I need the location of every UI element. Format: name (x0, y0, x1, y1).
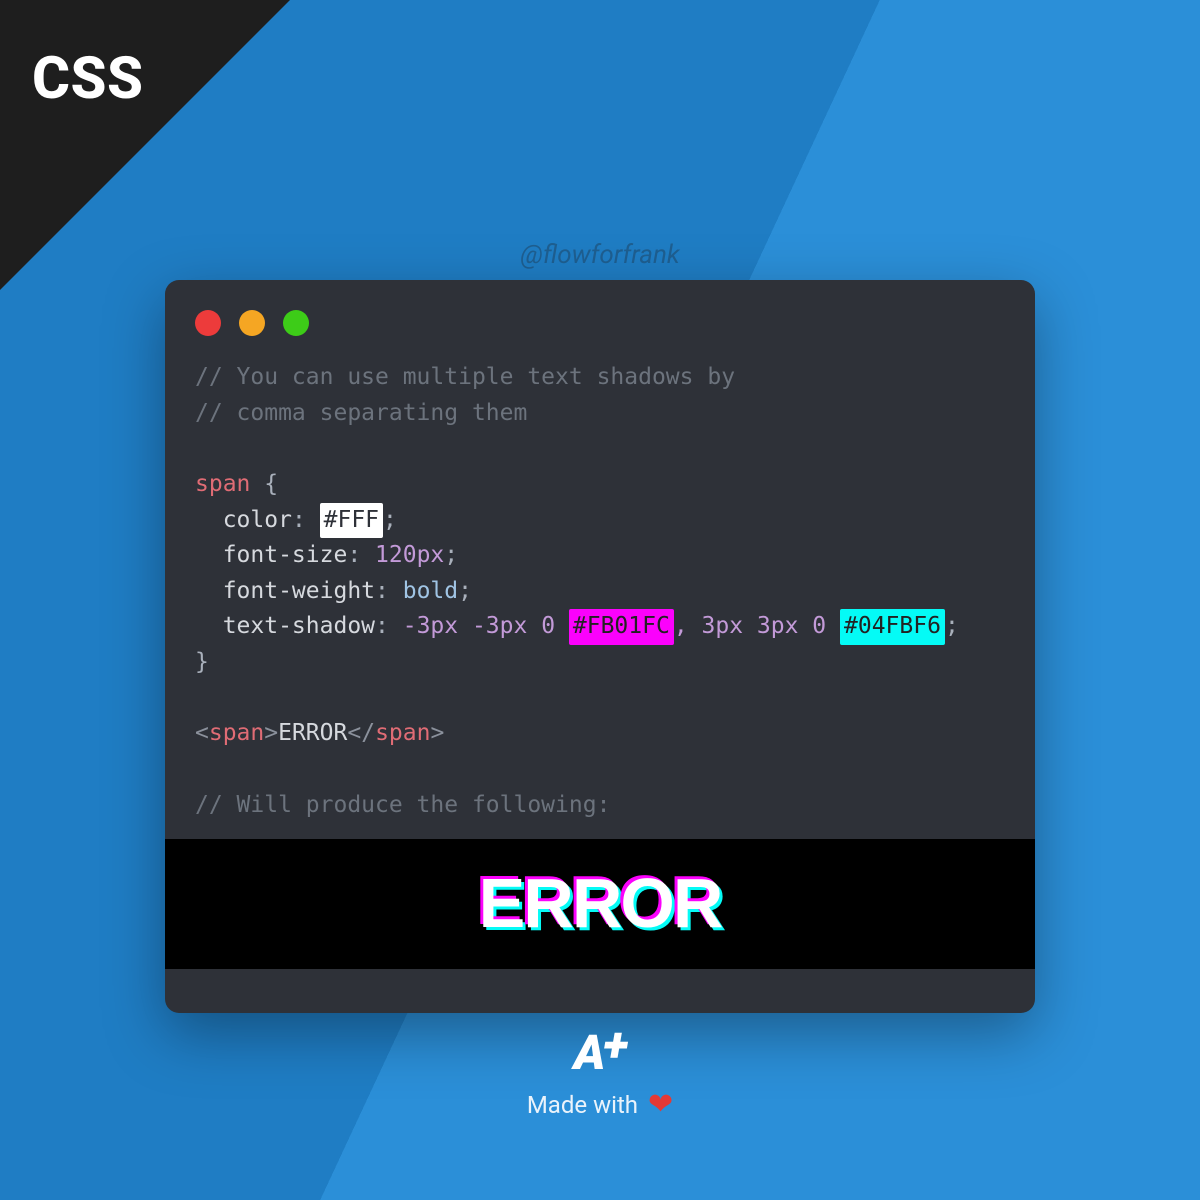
code-value: bold (403, 578, 458, 604)
code-bracket: </ (347, 720, 375, 746)
code-colon: : (375, 578, 403, 604)
output-preview: ERROR (165, 839, 1035, 969)
code-property: text-shadow (195, 613, 375, 639)
heart-icon: ❤ (648, 1087, 673, 1122)
code-colon: : (292, 507, 320, 533)
code-editor-window: // You can use multiple text shadows by … (165, 280, 1035, 1013)
code-value: -3px -3px 0 (403, 613, 569, 639)
code-comment: // comma separating them (195, 400, 527, 426)
code-property: font-weight (195, 578, 375, 604)
made-with-label: Made with (527, 1091, 638, 1119)
code-bracket: < (195, 720, 209, 746)
code-brace: { (250, 471, 278, 497)
color-swatch-pink: #FB01FC (569, 609, 674, 645)
code-property: font-size (195, 542, 347, 568)
logo-plus-icon: + (603, 1016, 626, 1073)
code-semi: ; (945, 613, 959, 639)
code-colon: : (347, 542, 375, 568)
code-property: color (195, 507, 292, 533)
code-comment: // You can use multiple text shadows by (195, 364, 735, 390)
code-semi: ; (444, 542, 458, 568)
color-swatch-cyan: #04FBF6 (840, 609, 945, 645)
code-comment: // Will produce the following: (195, 792, 610, 818)
code-colon: : (375, 613, 403, 639)
editor-padding (165, 969, 1035, 1013)
code-semi: ; (458, 578, 472, 604)
code-semi: ; (383, 507, 397, 533)
code-tag: span (375, 720, 430, 746)
logo-letter: A (574, 1024, 604, 1081)
code-value: , 3px 3px 0 (674, 613, 840, 639)
output-text: ERROR (479, 864, 722, 942)
color-swatch-white: #FFF (320, 503, 383, 539)
code-value: 120px (375, 542, 444, 568)
author-handle: @flowforfrank (0, 240, 1200, 270)
code-brace: } (195, 649, 209, 675)
maximize-icon (283, 310, 309, 336)
minimize-icon (239, 310, 265, 336)
close-icon (195, 310, 221, 336)
code-bracket: > (430, 720, 444, 746)
code-selector: span (195, 471, 250, 497)
footer-credit: Made with ❤ (527, 1087, 673, 1122)
window-controls (165, 280, 1035, 356)
badge-label: CSS (32, 45, 144, 113)
footer: A+ Made with ❤ (0, 1016, 1200, 1122)
code-bracket: > (264, 720, 278, 746)
code-block: // You can use multiple text shadows by … (165, 356, 1035, 833)
code-tag: span (209, 720, 264, 746)
footer-logo: A+ (0, 1016, 1200, 1081)
code-text: ERROR (278, 720, 347, 746)
